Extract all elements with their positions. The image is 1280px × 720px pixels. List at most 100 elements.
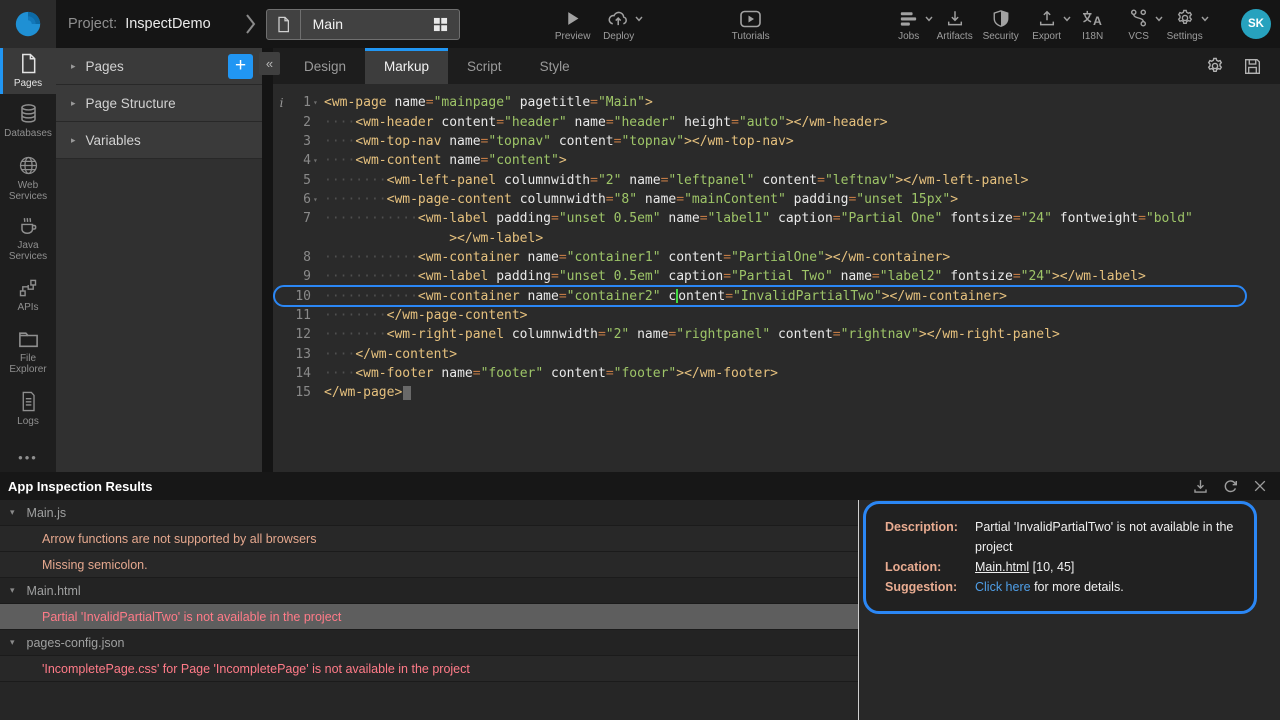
wavemaker-logo-icon [13,9,43,39]
translate-icon: A [1081,7,1104,28]
shield-icon [992,7,1010,28]
code-line-4[interactable]: 4▾····<wm-content name="content"> [273,151,1280,170]
inspection-item[interactable]: Arrow functions are not supported by all… [0,526,858,552]
explorer-section-page-structure[interactable]: ▸Page Structure [56,85,262,122]
code-line-wrap[interactable]: ></wm-label> [273,228,1280,247]
sidebar-item-apis[interactable]: APIs [0,268,56,322]
toolbar-item-label: Security [983,31,1019,42]
inspection-group-main-html[interactable]: ▾Main.html [0,578,858,604]
code-line-5[interactable]: 5········<wm-left-panel columnwidth="2" … [273,170,1280,189]
code-line-9[interactable]: 9············<wm-label padding="unset 0.… [273,267,1280,286]
triangle-right-icon: ▸ [71,135,76,146]
download-icon [946,7,964,28]
description-value: Partial 'InvalidPartialTwo' is not avail… [975,517,1237,557]
sidebar-item-web-services[interactable]: WebServices [0,148,56,208]
toolbar-item-label: Preview [555,31,591,42]
toolbar-item-label: Export [1032,31,1061,42]
sidebar-item-label: Logs [17,416,39,427]
toolbar-item-artifacts[interactable]: Artifacts [932,0,978,48]
code-line-12[interactable]: 12········<wm-right-panel columnwidth="2… [273,325,1280,344]
project-name: InspectDemo [125,16,210,32]
toolbar-item-jobs[interactable]: Jobs [886,0,932,48]
tab-markup[interactable]: Markup [365,48,448,84]
close-panel-icon[interactable] [1252,478,1268,494]
sidebar-item-label: WebServices [9,180,47,202]
fold-marker-icon[interactable]: ▾ [311,156,324,165]
code-line-6[interactable]: 6▾········<wm-page-content columnwidth="… [273,190,1280,209]
error-detail-popup: Description: Partial 'InvalidPartialTwo'… [863,501,1257,614]
sidebar-item-pages[interactable]: Pages [0,48,56,94]
toolbar-item-preview[interactable]: Preview [550,0,596,48]
inspection-item[interactable]: Partial 'InvalidPartialTwo' is not avail… [0,604,858,630]
click-here-link[interactable]: Click here [975,580,1031,594]
code-line-7[interactable]: 7············<wm-label padding="unset 0.… [273,209,1280,228]
line-number: 3 [290,134,311,149]
upload-icon [1038,7,1056,28]
avatar[interactable]: SK [1241,9,1271,39]
code-line-2[interactable]: 2····<wm-header content="header" name="h… [273,112,1280,131]
refresh-icon[interactable] [1222,478,1239,495]
code-line-15[interactable]: 15</wm-page> [273,383,1280,402]
fold-marker-icon[interactable]: ▾ [311,195,324,204]
databases-icon [18,103,39,124]
toolbar-item-export[interactable]: Export [1024,0,1070,48]
code-line-10[interactable]: 10············<wm-container name="contai… [273,286,1280,305]
editor-area: DesignMarkupScriptStyle i1▾<wm-page name… [273,48,1280,472]
inspection-group-pages-config-json[interactable]: ▾pages-config.json [0,630,858,656]
tab-script[interactable]: Script [448,48,521,84]
block-cursor [403,386,411,400]
suggestion-value: Click here for more details. [975,577,1237,597]
inspection-item[interactable]: 'IncompletePage.css' for Page 'Incomplet… [0,656,858,682]
location-file-link[interactable]: Main.html [975,560,1029,574]
code-line-14[interactable]: 14····<wm-footer name="footer" content="… [273,364,1280,383]
sidebar-more-button[interactable]: ••• [0,450,56,465]
code-line-3[interactable]: 3····<wm-top-nav name="topnav" content="… [273,132,1280,151]
tab-design[interactable]: Design [285,48,365,84]
collapse-panel-button[interactable]: « [259,52,280,75]
add-page-button[interactable]: + [228,54,253,79]
grid-icon[interactable] [423,17,459,32]
location-label: Location: [885,557,969,577]
toolbar-item-i18n[interactable]: AI18N [1070,0,1116,48]
globe-icon [18,155,39,176]
explorer-section-variables[interactable]: ▸ Variables [56,122,262,159]
fold-marker-icon[interactable]: ▾ [311,98,324,107]
pages-explorer-panel: ▸Pages+▸Page Structure ▸ Variables [56,48,262,472]
inspection-group-main-js[interactable]: ▾Main.js [0,500,858,526]
toolbar-item-vcs[interactable]: VCS [1116,0,1162,48]
explorer-section-pages[interactable]: ▸Pages+ [56,48,262,85]
toolbar-item-settings[interactable]: Settings [1162,0,1208,48]
code-line-13[interactable]: 13····</wm-content> [273,344,1280,363]
location-value: Main.html [10, 45] [975,557,1237,577]
info-icon: i [273,96,290,110]
page-selector[interactable]: Main [266,9,460,40]
sidebar-item-label: JavaServices [9,240,47,262]
toolbar-item-security[interactable]: Security [978,0,1024,48]
markup-settings-gear-icon[interactable] [1205,56,1225,76]
sidebar-item-logs[interactable]: Logs [0,382,56,436]
save-icon[interactable] [1243,57,1262,76]
code-line-1[interactable]: i1▾<wm-page name="mainpage" pagetitle="M… [273,93,1280,112]
app-root: Project: InspectDemo Main PreviewDeployT… [0,0,1280,720]
inspection-item[interactable]: Missing semicolon. [0,552,858,578]
sidebar-item-file-explorer[interactable]: FileExplorer [0,322,56,382]
tab-style[interactable]: Style [521,48,589,84]
toolbar-item-label: Settings [1167,31,1203,42]
sidebar-item-databases[interactable]: Databases [0,94,56,148]
download-results-icon[interactable] [1192,478,1209,495]
sidebar-item-java-services[interactable]: JavaServices [0,208,56,268]
code-line-11[interactable]: 11········</wm-page-content> [273,306,1280,325]
sidebar-item-label: Databases [4,128,52,139]
markup-code-editor[interactable]: i1▾<wm-page name="mainpage" pagetitle="M… [273,84,1280,472]
toolbar-item-deploy[interactable]: Deploy [596,0,642,48]
branch-icon [1129,7,1148,28]
code-line-8[interactable]: 8············<wm-container name="contain… [273,248,1280,267]
toolbar-item-label: Jobs [898,31,919,42]
line-number: 6 [290,192,311,207]
explorer-section-label: Variables [86,133,141,148]
toolbar-item-tutorials[interactable]: Tutorials [728,0,774,48]
panel-divider: « [262,48,273,472]
triangle-down-icon: ▾ [10,507,15,518]
app-logo[interactable] [0,0,56,48]
line-number: 13 [290,347,311,362]
